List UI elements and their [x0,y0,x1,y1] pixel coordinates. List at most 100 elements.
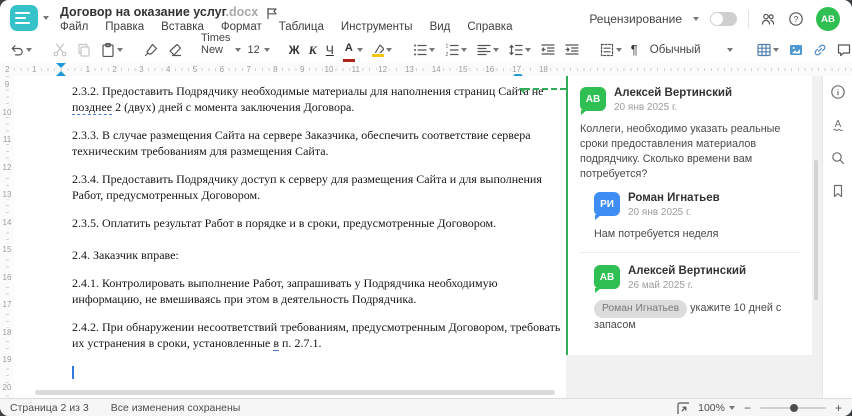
insert-table-button[interactable] [755,39,780,61]
clear-formatting-button[interactable] [166,39,183,61]
review-chevron-down-icon[interactable] [693,17,699,21]
paragraph-settings-chevron-down-icon[interactable] [615,47,622,52]
comments-panel: АВ Алексей Вертинский 20 янв 2025 г. Коллег… [566,76,822,398]
comment-reply[interactable]: РИ Роман Игнатьев 20 янв 2025 г. Нам потреб… [594,192,800,242]
insert-table-chevron-down-icon[interactable] [772,47,779,52]
comment[interactable]: АВ Алексей Вертинский 20 янв 2025 г. Коллег… [580,87,800,182]
menu-item[interactable]: Вид [430,21,451,33]
zoom-slider[interactable] [759,403,826,412]
ruler-number: 9 [1,80,13,89]
horizontal-scrollbar[interactable] [35,390,555,395]
zoom-slider-knob[interactable] [789,403,798,412]
copy-button[interactable] [75,39,92,61]
commenter-name: Алексей Вертинский [628,265,747,277]
bold-button[interactable]: Ж [288,39,301,61]
first-line-indent-marker[interactable] [56,63,66,68]
zoom-select[interactable]: 100% [698,402,735,414]
menu-item[interactable]: Правка [105,21,144,33]
paragraph: 2.4.2. При обнаружении несоответствий тр… [72,319,560,351]
menu-item[interactable]: Таблица [279,21,324,33]
bullet-list-button[interactable] [411,39,436,61]
zoom-in-button[interactable]: + [835,402,842,414]
undo-button[interactable] [8,39,33,61]
collaboration-users-icon[interactable] [760,11,777,28]
underline-button[interactable]: Ч [325,39,335,61]
spellcheck-icon[interactable]: А [830,117,846,133]
paragraph-style-value: Обычный [649,43,701,56]
menu-item[interactable]: Вставка [161,21,204,33]
font-size-chevron-down-icon [263,47,270,52]
font-size-select[interactable]: 12 [248,44,270,56]
highlight-color-button[interactable] [371,39,393,61]
text-run: 2.4. Заказчик вправе: [72,248,179,262]
paragraph-settings-button[interactable] [598,39,623,61]
numbered-list-chevron-down-icon[interactable] [460,47,467,52]
ruler-number: 1 [29,65,39,74]
insert-comment-button[interactable] [835,39,852,61]
cut-button[interactable] [51,39,68,61]
insert-link-button[interactable] [811,39,828,61]
text-cursor [72,365,74,379]
logo-chevron-down-icon[interactable] [43,16,49,20]
comment-connector-line [524,88,566,90]
comments-scrollbar[interactable] [814,160,818,300]
bullet-list-chevron-down-icon[interactable] [428,47,435,52]
highlight-chevron-down-icon[interactable] [385,47,392,52]
ruler-number: 10 [1,107,13,117]
ruler-number: 17 [510,65,524,74]
comment-thread[interactable]: АВ Алексей Вертинский 20 янв 2025 г. Коллег… [566,76,812,355]
format-painter-button[interactable] [142,39,159,61]
font-color-button[interactable]: А [342,39,364,62]
align-chevron-down-icon[interactable] [492,47,499,52]
insert-image-button[interactable] [787,39,804,61]
review-menu[interactable]: Рецензирование [589,12,682,26]
numbered-list-button[interactable]: 12 [443,39,468,61]
comment-reply[interactable]: АВ Алексей Вертинский 26 май 2025 г. Роман … [594,265,800,333]
help-icon[interactable]: ? [788,11,805,28]
increase-indent-button[interactable] [563,39,580,61]
header: Договор на оказание услуг.docx Файл Правк… [0,0,852,36]
fit-page-icon[interactable] [676,401,690,414]
review-toggle[interactable] [710,12,737,26]
zoom-value: 100% [698,401,725,414]
svg-text:?: ? [794,14,799,24]
document-info-icon[interactable] [830,84,846,100]
ruler-number: 13 [402,65,416,74]
user-avatar[interactable]: АВ [816,7,840,31]
text-run: 2 (двух) дней с момента заключения Догов… [112,100,355,114]
horizontal-ruler: 2 1 1 2 3 4 5 6 7 8 9 10 11 12 13 14 15 16 17 18 [0,63,852,77]
app-logo-icon[interactable] [10,5,38,31]
menu-item[interactable]: Инструменты [341,21,413,33]
mention-chip: Роман Игнатьев [594,300,688,318]
search-icon[interactable] [830,150,846,166]
ruler-number: 4 [163,65,173,74]
paragraph-style-select[interactable]: Обычный [650,44,733,56]
favorite-flag-icon[interactable] [264,6,277,19]
decrease-indent-button[interactable] [539,39,556,61]
menu-item[interactable]: Справка [467,21,512,33]
menu-item[interactable]: Файл [60,21,88,33]
page-indicator[interactable]: Страница 2 из 3 [10,402,89,414]
line-spacing-button[interactable] [507,39,532,61]
paste-chevron-down-icon[interactable] [117,47,123,52]
commenter-name: Алексей Вертинский [614,87,733,99]
font-color-chevron-down-icon[interactable] [356,47,363,52]
undo-chevron-down-icon[interactable] [26,47,32,52]
zoom-out-button[interactable]: − [744,402,751,414]
paragraph: 2.3.3. В случае размещения Сайта на серв… [72,127,542,159]
paste-button[interactable] [99,39,124,61]
menu-bar: Файл Правка Вставка Формат Таблица Инструмент… [60,21,513,33]
status-bar: Страница 2 из 3 Все изменения сохранены … [0,398,852,416]
paragraph-style-chevron-down-icon [726,47,733,52]
ruler-number: 2 [3,65,12,74]
italic-button[interactable]: К [308,39,318,61]
align-button[interactable] [475,39,500,61]
comment-meta: Алексей Вертинский 20 янв 2025 г. [614,87,732,113]
document-page[interactable]: 2.3.2. Предоставить Подрядчику необходим… [14,76,566,398]
formatting-marks-button[interactable]: ¶ [630,39,639,61]
ruler-number: 12 [376,65,390,74]
ruler-number: 11 [1,135,13,144]
line-spacing-chevron-down-icon[interactable] [524,47,531,52]
bookmark-icon[interactable] [830,183,846,199]
document-title-extension: .docx [225,5,259,19]
